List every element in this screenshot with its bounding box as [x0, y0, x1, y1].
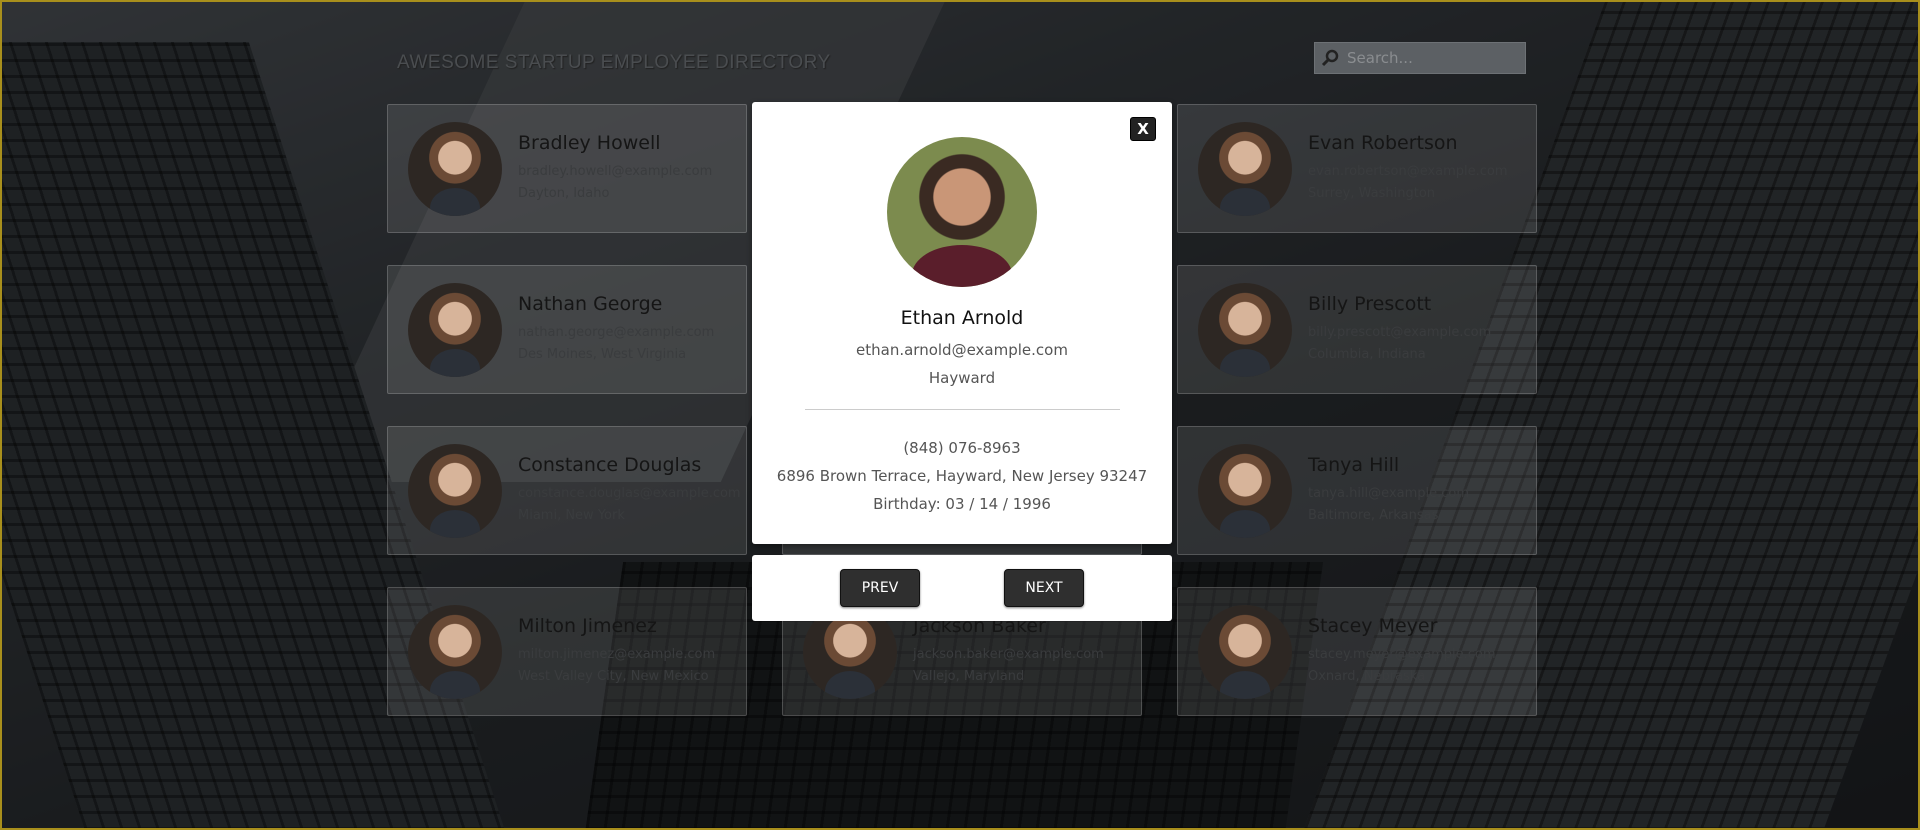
employee-name: Stacey Meyer [1308, 615, 1438, 637]
employee-name: Constance Douglas [518, 454, 702, 476]
employee-email: evan.robertson@example.com [1308, 164, 1508, 179]
employee-card[interactable]: Tanya Hill tanya.hill@example.com Baltim… [1177, 426, 1537, 555]
modal-name: Ethan Arnold [900, 307, 1024, 329]
employee-name: Billy Prescott [1308, 293, 1432, 315]
modal-navigation: PREV NEXT [752, 555, 1172, 621]
modal-city: Hayward [928, 369, 996, 387]
employee-name: Tanya Hill [1308, 454, 1400, 476]
modal-phone: (848) 076-8963 [903, 439, 1021, 457]
employee-email: jackson.baker@example.com [913, 647, 1104, 662]
employee-card[interactable]: Stacey Meyer stacey.meyer@example.com Ox… [1177, 587, 1537, 716]
employee-location: Miami, New York [518, 508, 625, 523]
modal-birthday: Birthday: 03 / 14 / 1996 [873, 495, 1051, 513]
search-icon [1315, 49, 1345, 67]
employee-card[interactable]: Billy Prescott billy.prescott@example.co… [1177, 265, 1537, 394]
modal-divider [804, 409, 1120, 410]
employee-name: Evan Robertson [1308, 132, 1458, 154]
employee-name: Bradley Howell [518, 132, 661, 154]
employee-location: Columbia, Indiana [1308, 347, 1426, 362]
modal-address: 6896 Brown Terrace, Hayward, New Jersey … [776, 467, 1148, 485]
search-input[interactable] [1345, 48, 1519, 68]
modal-avatar [887, 137, 1037, 287]
avatar [1198, 443, 1292, 538]
next-button[interactable]: NEXT [1004, 569, 1084, 607]
employee-email: tanya.hill@example.com [1308, 486, 1470, 501]
employee-card[interactable]: Bradley Howell bradley.howell@example.co… [387, 104, 747, 233]
modal-email: ethan.arnold@example.com [856, 341, 1068, 359]
avatar [408, 121, 502, 216]
avatar [408, 282, 502, 377]
employee-email: stacey.meyer@example.com [1308, 647, 1496, 662]
employee-email: constance.douglas@example.com [518, 486, 741, 501]
employee-modal: X Ethan Arnold ethan.arnold@example.com … [752, 102, 1172, 544]
avatar [408, 443, 502, 538]
employee-email: billy.prescott@example.com [1308, 325, 1492, 340]
prev-button[interactable]: PREV [840, 569, 920, 607]
employee-card[interactable]: Nathan George nathan.george@example.com … [387, 265, 747, 394]
employee-location: Dayton, Idaho [518, 186, 610, 201]
employee-location: Vallejo, Maryland [913, 669, 1025, 684]
employee-location: Baltimore, Arkansas [1308, 508, 1439, 523]
employee-location: Surrey, Washington [1308, 186, 1436, 201]
avatar [408, 604, 502, 699]
employee-card[interactable]: Evan Robertson evan.robertson@example.co… [1177, 104, 1537, 233]
employee-email: bradley.howell@example.com [518, 164, 713, 179]
close-button[interactable]: X [1130, 117, 1156, 141]
employee-location: West Valley City, New Mexico [518, 669, 709, 684]
avatar [1198, 121, 1292, 216]
employee-location: Des Moines, West Virginia [518, 347, 687, 362]
search-container [1314, 42, 1526, 74]
employee-email: milton.jimenez@example.com [518, 647, 716, 662]
avatar [1198, 282, 1292, 377]
employee-card[interactable]: Milton Jimenez milton.jimenez@example.co… [387, 587, 747, 716]
employee-location: Oxnard, Nebraska [1308, 669, 1426, 684]
employee-name: Nathan George [518, 293, 663, 315]
employee-name: Milton Jimenez [518, 615, 657, 637]
avatar [1198, 604, 1292, 699]
employee-email: nathan.george@example.com [518, 325, 715, 340]
employee-card[interactable]: Constance Douglas constance.douglas@exam… [387, 426, 747, 555]
page-title: AWESOME STARTUP EMPLOYEE DIRECTORY [397, 52, 831, 73]
